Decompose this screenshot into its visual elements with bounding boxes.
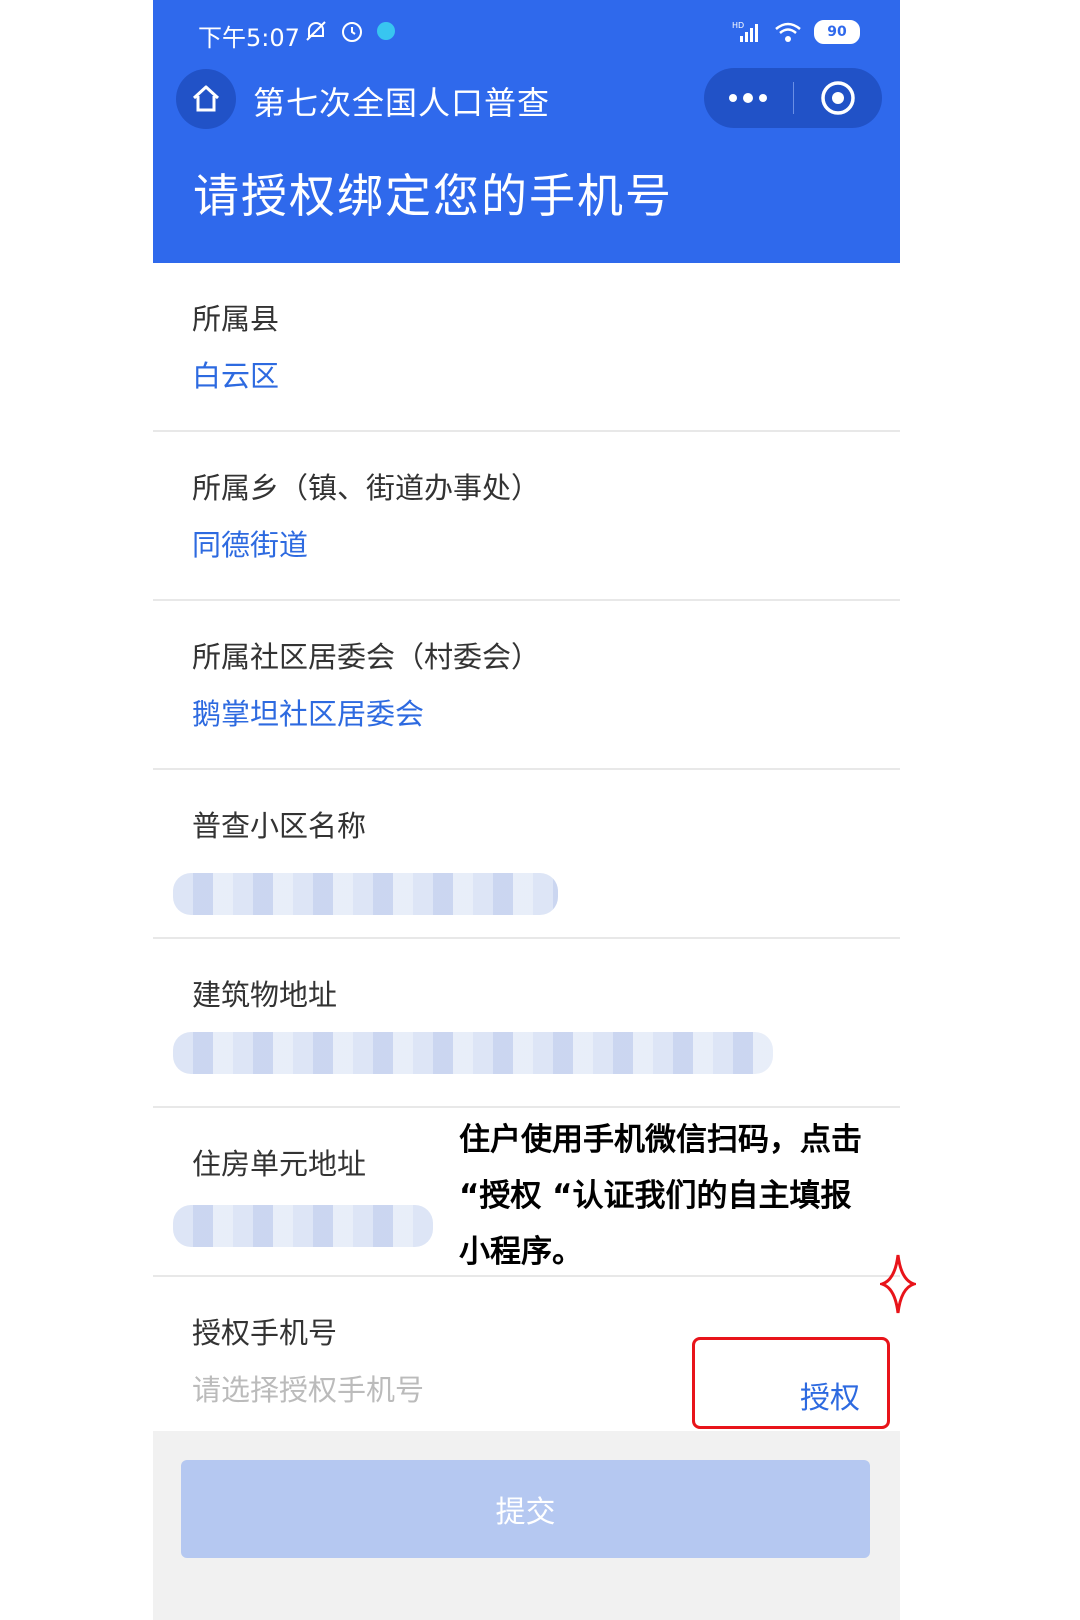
census-area-label: 普查小区名称 bbox=[192, 809, 367, 843]
submit-area: 提交 bbox=[153, 1431, 900, 1620]
home-icon bbox=[192, 85, 220, 112]
status-bar: 下午5:07 HD 90 bbox=[153, 0, 900, 66]
submit-button[interactable]: 提交 bbox=[181, 1460, 870, 1558]
close-miniprogram-button[interactable] bbox=[794, 68, 883, 128]
community-row[interactable]: 所属社区居委会（村委会） 鹅掌坦社区居委会 bbox=[153, 601, 900, 770]
svg-text:HD: HD bbox=[732, 21, 744, 30]
header: 下午5:07 HD 90 第七次全国人口普查 请授权绑定您的手机号 bbox=[153, 0, 900, 263]
page-title: 请授权绑定您的手机号 bbox=[193, 169, 673, 223]
battery-icon: 90 bbox=[814, 20, 860, 44]
status-time: 下午5:07 bbox=[198, 24, 300, 52]
target-close-icon bbox=[821, 81, 855, 115]
community-value: 鹅掌坦社区居委会 bbox=[192, 697, 425, 731]
bell-off-icon bbox=[306, 21, 326, 41]
census-area-value-redacted bbox=[173, 873, 558, 915]
sparkle-marker-icon bbox=[880, 1254, 916, 1314]
building-row[interactable]: 建筑物地址 bbox=[153, 939, 900, 1108]
alarm-icon bbox=[342, 22, 362, 42]
more-button[interactable] bbox=[704, 68, 793, 128]
wifi-icon bbox=[775, 22, 801, 42]
phone-placeholder: 请选择授权手机号 bbox=[192, 1373, 425, 1407]
phone-label: 授权手机号 bbox=[192, 1316, 338, 1350]
county-label: 所属县 bbox=[192, 302, 280, 336]
unit-label: 住房单元地址 bbox=[192, 1147, 367, 1181]
highlight-box bbox=[692, 1337, 890, 1429]
phone-row: 授权手机号 请选择授权手机号 授权 bbox=[153, 1277, 900, 1446]
county-value: 白云区 bbox=[192, 359, 280, 393]
more-dots-icon bbox=[729, 93, 768, 103]
township-row[interactable]: 所属乡（镇、街道办事处） 同德街道 bbox=[153, 432, 900, 601]
county-row[interactable]: 所属县 白云区 bbox=[153, 263, 900, 432]
capsule-menu bbox=[704, 68, 882, 128]
app-notification-icon bbox=[377, 22, 395, 40]
nav-title: 第七次全国人口普查 bbox=[253, 84, 551, 122]
census-area-row[interactable]: 普查小区名称 bbox=[153, 770, 900, 939]
phone-screen: 下午5:07 HD 90 第七次全国人口普查 请授权绑定您的手机号 所属县 白云… bbox=[153, 0, 900, 1620]
township-value: 同德街道 bbox=[192, 528, 309, 562]
annotation-text: 住户使用手机微信扫码，点击 “授权 “认证我们的自主填报小程序。 bbox=[459, 1122, 862, 1270]
signal-icon: HD bbox=[732, 21, 758, 42]
community-label: 所属社区居委会（村委会） bbox=[192, 640, 541, 674]
home-button[interactable] bbox=[176, 69, 236, 129]
township-label: 所属乡（镇、街道办事处） bbox=[192, 471, 541, 505]
unit-value-redacted bbox=[173, 1205, 433, 1247]
building-value-redacted bbox=[173, 1032, 773, 1074]
status-left-icons bbox=[303, 18, 397, 44]
nav-bar: 第七次全国人口普查 bbox=[153, 66, 900, 136]
status-right-icons: HD 90 bbox=[732, 20, 860, 44]
building-label: 建筑物地址 bbox=[192, 978, 338, 1012]
